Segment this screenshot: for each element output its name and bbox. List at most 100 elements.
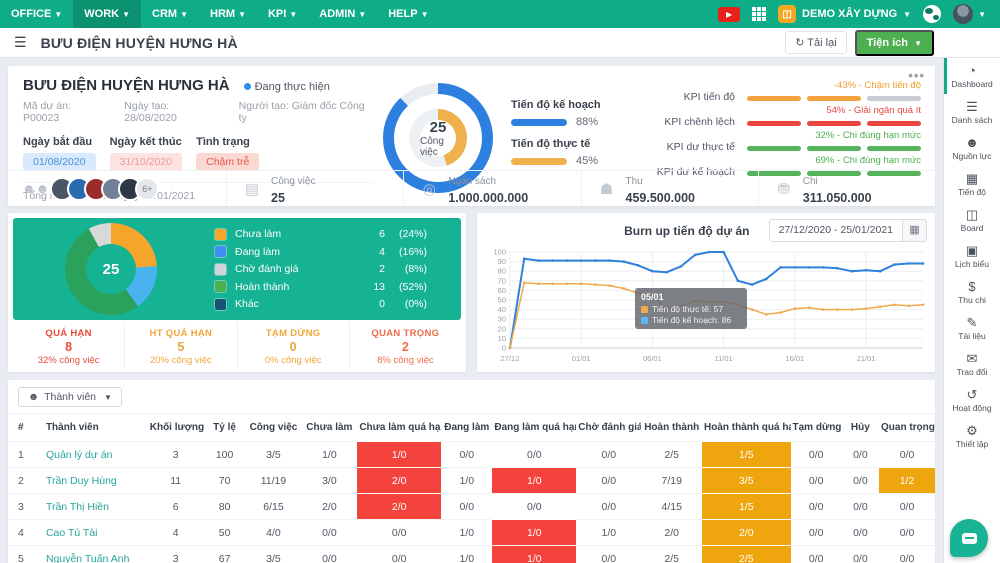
row-number: 4 [8,520,36,546]
table-cell: 50 [204,520,246,546]
nav-item-help[interactable]: HELP▼ [377,0,439,28]
member-link[interactable]: Cao Tú Tài [46,527,98,539]
date-range-value: 27/12/2020 - 25/01/2021 [770,220,902,241]
sidebar-item-board[interactable]: ◫Board [944,202,1000,238]
language-globe-icon[interactable] [923,5,941,23]
member-link[interactable]: Trần Thị Hiền [46,501,109,513]
sidebar-item-thu-chi[interactable]: $Thu chi [944,274,1000,310]
calendar-icon[interactable]: ▦ [902,220,926,241]
sidebar-item-dashboard[interactable]: ◔Dashboard [944,58,1000,94]
col-header[interactable]: Hủy [842,414,879,442]
table-cell: 2/5 [641,546,702,563]
members-filter-button[interactable]: ☻ Thành viên ▼ [18,387,122,407]
col-header[interactable]: Chưa làm [301,414,357,442]
sidebar-item-thiet-lap[interactable]: ⚙Thiết lập [944,418,1000,454]
date-range-picker[interactable]: 27/12/2020 - 25/01/2021 ▦ [769,219,927,242]
nav-item-work[interactable]: WORK▼ [73,0,141,28]
col-header[interactable]: Hoàn thành [641,414,702,442]
reload-button[interactable]: ↻ Tải lại [785,31,846,54]
svg-text:90: 90 [498,257,506,266]
status-donut: 25 [65,223,157,315]
col-header[interactable]: Chờ đánh giá [576,414,641,442]
sidebar-item-tien-do[interactable]: ▦Tiến độ [944,166,1000,202]
right-sidebar: ◔Dashboard ☰Danh sách ☻Nguồn lực ▦Tiến đ… [943,58,1000,563]
burnup-card: Burn up tiến độ dự án 27/12/2020 - 25/01… [477,213,935,372]
col-header[interactable]: Công việc [246,414,302,442]
svg-text:21/01: 21/01 [857,354,876,363]
gear-icon: ⚙ [945,424,999,438]
sidebar-item-nguon-luc[interactable]: ☻Nguồn lực [944,130,1000,166]
member-link[interactable]: Nguyễn Tuấn Anh [46,553,129,563]
kpi-label: KPI dư thực tế [651,141,747,153]
actual-progress-label: Tiến độ thực tế [511,138,601,150]
kpi-bar-segment [747,121,801,126]
table-cell: 1/0 [576,520,641,546]
sidebar-item-hoat-dong[interactable]: ↺Hoạt động [944,382,1000,418]
sidebar-item-trao-doi[interactable]: ✉Trao đổi [944,346,1000,382]
legend-count: 13 [363,281,385,293]
col-header[interactable]: Tạm dừng [791,414,842,442]
stat-value: 1.000.000.000 [448,191,528,205]
tooltip-line: Tiến độ thực tế: 57 [652,304,723,314]
nav-item-office[interactable]: OFFICE▼ [0,0,73,28]
stat-important: QUAN TRỌNG 2 8% công việc [349,322,461,370]
legend-pct: (16%) [385,246,427,258]
legend-pct: (52%) [385,281,427,293]
nav-item-admin[interactable]: ADMIN▼ [308,0,377,28]
col-header[interactable]: Thành viên [36,414,148,442]
plan-progress-bar [511,119,567,126]
kpi-bar-segment [867,146,921,151]
nav-item-hrm[interactable]: HRM▼ [199,0,257,28]
user-menu[interactable]: ▼ [953,4,986,24]
member-link[interactable]: Quản lý dự án [46,449,113,461]
col-header[interactable]: Đang làm quá hạn [492,414,576,442]
nav-item-crm[interactable]: CRM▼ [141,0,199,28]
sidebar-item-tai-lieu[interactable]: ✎Tài liệu [944,310,1000,346]
stat-label: Công việc [271,176,315,187]
kpi-bar [747,96,921,101]
utilities-button[interactable]: Tiện ích ▼ [855,30,934,56]
sidebar-item-label: Board [945,223,999,233]
chat-fab-button[interactable] [950,519,988,557]
task-count: 25 [430,119,447,136]
table-cell: 0/0 [576,468,641,494]
sidebar-item-label: Thu chi [945,295,999,305]
col-header[interactable]: Tỷ lệ [204,414,246,442]
nav-item-kpi[interactable]: KPI▼ [257,0,308,28]
workspace-switcher[interactable]: ◫ DEMO XÂY DỰNG ▼ [778,5,911,23]
kpi-bar [747,121,921,126]
chart-tooltip: 05/01 Tiến độ thực tế: 57 Tiến độ kế hoạ… [635,288,747,329]
start-date-label: Ngày bắt đầu [23,136,96,148]
col-header[interactable]: Đang làm [441,414,492,442]
stat-income: ☗ Thu459.500.000 [581,171,758,206]
project-creator: Người tạo: Giám đốc Công ty [239,100,373,124]
svg-text:30: 30 [498,315,506,324]
table-cell: 3 [148,442,204,468]
top-nav: OFFICE▼ WORK▼ CRM▼ HRM▼ KPI▼ ADMIN▼ HELP… [0,0,1000,28]
youtube-icon[interactable]: ▶ [718,7,740,22]
table-cell: 0/0 [879,546,935,563]
member-link[interactable]: Trần Duy Hùng [46,475,117,487]
sidebar-item-danh-sach[interactable]: ☰Danh sách [944,94,1000,130]
col-header[interactable]: Quan trọng [879,414,935,442]
table-cell: 1/5 [702,442,791,468]
hamburger-menu-icon[interactable]: ☰ [0,34,41,51]
table-cell: 1/0 [441,468,492,494]
board-icon: ◫ [945,208,999,222]
table-cell: 1/5 [702,494,791,520]
end-date-badge: 31/10/2020 [110,153,183,171]
more-avatars-badge[interactable]: 6+ [135,177,159,201]
table-cell: 11/19 [246,468,302,494]
col-header[interactable]: Hoàn thành quá hạn [702,414,791,442]
table-cell: 0/0 [357,546,441,563]
legend-label: Hoàn thành [235,281,363,293]
col-header[interactable]: # [8,414,36,442]
legend-label: Đang làm [235,246,363,258]
apps-grid-icon[interactable] [752,7,766,21]
col-header[interactable]: Khối lượng [148,414,204,442]
task-status-card: 25 Chưa làm6(24%) Đang làm4(16%) Chờ đán… [8,213,466,372]
sidebar-item-lich-bieu[interactable]: ▣Lịch biểu [944,238,1000,274]
col-header[interactable]: Chưa làm quá hạn [357,414,441,442]
table-cell: 4/0 [246,520,302,546]
tooltip-swatch [641,306,648,313]
